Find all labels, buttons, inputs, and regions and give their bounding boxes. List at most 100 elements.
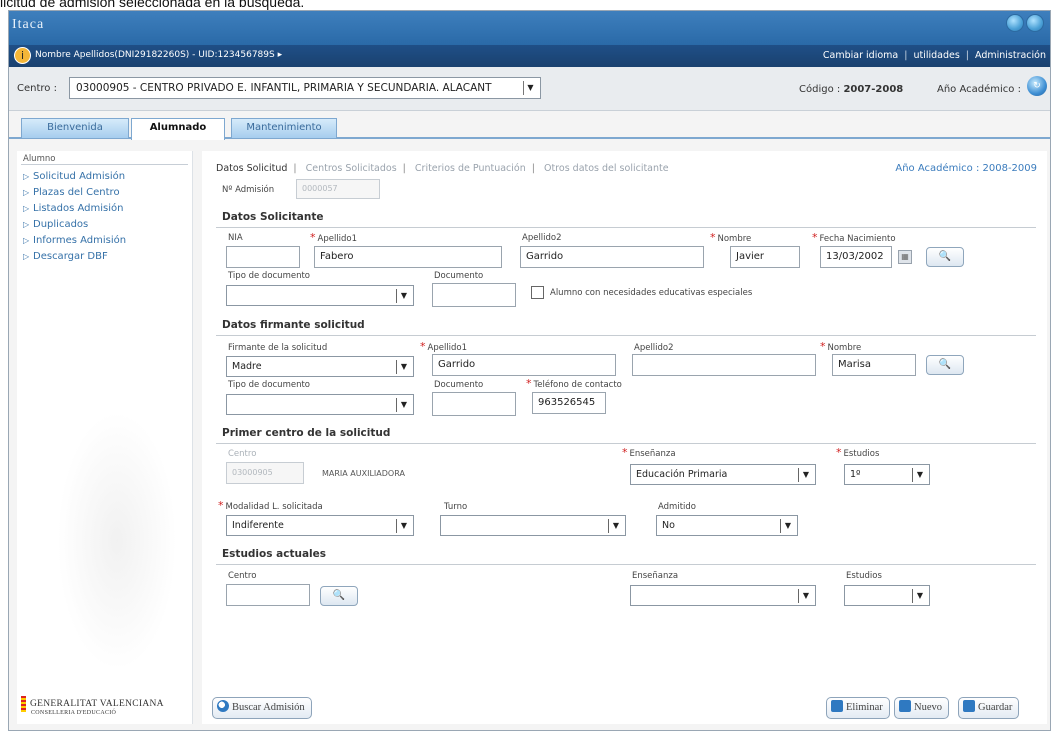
user-bar: i Nombre Apellidos(DNI29182260S) - UID:1… xyxy=(9,45,1050,67)
link-separator: | xyxy=(904,50,908,61)
search-icon xyxy=(217,700,229,712)
chevron-down-icon[interactable]: ▼ xyxy=(912,468,927,482)
ensenanza-select[interactable]: Educación Primaria ▼ xyxy=(630,464,816,485)
estudios-select[interactable]: 1º ▼ xyxy=(844,464,930,485)
eliminar-button[interactable]: Eliminar xyxy=(826,697,890,719)
chevron-down-icon[interactable]: ▼ xyxy=(780,519,795,533)
firmante-tipo-documento-select[interactable]: ▼ xyxy=(226,394,414,415)
chevron-right-icon: ▷ xyxy=(23,236,30,245)
estudios-value: 1º xyxy=(850,469,861,480)
step-datos-solicitud[interactable]: Datos Solicitud xyxy=(216,163,287,174)
step-criterios-puntuacion[interactable]: Criterios de Puntuación xyxy=(415,163,526,174)
firmante-documento-label: Documento xyxy=(434,380,484,390)
firmante-apellido2-field[interactable] xyxy=(632,354,816,376)
apellido1-field[interactable]: Fabero xyxy=(314,246,502,268)
firmante-apellido1-field[interactable]: Garrido xyxy=(432,354,616,376)
tab-alumnado[interactable]: Alumnado xyxy=(131,118,225,140)
tab-bienvenida[interactable]: Bienvenida xyxy=(21,118,129,138)
estudios-actuales-ensenanza-select[interactable]: ▼ xyxy=(630,585,816,606)
anio-academico-label: Año Académico : xyxy=(937,84,1021,95)
chevron-down-icon[interactable]: ▼ xyxy=(396,519,411,533)
firmante-label: Firmante de la solicitud xyxy=(228,343,328,353)
user-identity[interactable]: Nombre Apellidos(DNI29182260S) - UID:123… xyxy=(35,50,282,60)
estudios-actuales-estudios-select[interactable]: ▼ xyxy=(844,585,930,606)
nuevo-button[interactable]: Nuevo xyxy=(894,697,949,719)
admitido-select[interactable]: No ▼ xyxy=(656,515,798,536)
senyera-icon xyxy=(21,696,26,712)
modalidad-label: * Modalidad L. solicitada xyxy=(218,499,323,512)
centro-bar: Centro : 03000905 - CENTRO PRIVADO E. IN… xyxy=(9,67,1050,111)
fecha-nacimiento-field[interactable]: 13/03/2002 xyxy=(820,246,892,268)
admision-number-field: 0000057 xyxy=(296,179,380,199)
documento-label: Documento xyxy=(434,271,484,281)
necesidades-checkbox[interactable] xyxy=(531,286,544,299)
exit-icon[interactable] xyxy=(1026,14,1044,32)
sidebar-item-duplicados[interactable]: ▷ Duplicados xyxy=(17,217,192,233)
form-steps: Datos Solicitud | Centros Solicitados | Cr… xyxy=(216,163,669,174)
sidebar-item-informes-admision[interactable]: ▷ Informes Admisión xyxy=(17,233,192,249)
chevron-down-icon[interactable]: ▼ xyxy=(523,81,537,95)
sidebar-item-descargar-dbf[interactable]: ▷ Descargar DBF xyxy=(17,249,192,265)
modalidad-select[interactable]: Indiferente ▼ xyxy=(226,515,414,536)
tipo-documento-label: Tipo de documento xyxy=(228,271,311,281)
buscar-admision-button[interactable]: Buscar Admisión xyxy=(212,697,312,719)
sidebar-item-listados-admision[interactable]: ▷ Listados Admisión xyxy=(17,201,192,217)
centro-label: Centro : xyxy=(17,83,57,94)
itaca-logo: Itaca xyxy=(12,17,45,32)
delete-icon xyxy=(831,700,843,712)
chevron-down-icon[interactable]: ▼ xyxy=(798,589,813,603)
telefono-label: * Teléfono de contacto xyxy=(526,377,622,390)
documento-field[interactable] xyxy=(432,283,516,307)
step-centros-solicitados[interactable]: Centros Solicitados xyxy=(306,163,397,174)
chevron-down-icon[interactable]: ▼ xyxy=(798,468,813,482)
link-utilidades[interactable]: utilidades xyxy=(913,50,959,61)
search-solicitante-button[interactable]: 🔍 xyxy=(926,247,964,267)
firmante-select[interactable]: Madre ▼ xyxy=(226,356,414,377)
caption-text: licitud de admisión seleccionada en la b… xyxy=(0,0,305,10)
ensenanza-value: Educación Primaria xyxy=(636,469,728,480)
telefono-field[interactable]: 963526545 xyxy=(532,392,606,414)
chevron-down-icon[interactable]: ▼ xyxy=(396,289,411,303)
chevron-down-icon[interactable]: ▼ xyxy=(608,519,623,533)
sidebar-item-plazas-centro[interactable]: ▷ Plazas del Centro xyxy=(17,185,192,201)
nombre-field[interactable]: Javier xyxy=(730,246,800,268)
chevron-down-icon[interactable]: ▼ xyxy=(396,398,411,412)
chevron-right-icon: ▷ xyxy=(23,204,30,213)
apellido2-field[interactable]: Garrido xyxy=(520,246,704,268)
tab-mantenimiento[interactable]: Mantenimiento xyxy=(231,118,337,138)
chevron-down-icon[interactable]: ▼ xyxy=(396,360,411,374)
firmante-apellido1-label: * Apellido1 xyxy=(420,340,468,353)
watermark-image xyxy=(57,411,177,671)
centro-value: 03000905 - CENTRO PRIVADO E. INFANTIL, P… xyxy=(76,82,492,94)
chevron-right-icon: ▷ xyxy=(23,252,30,261)
turno-select[interactable]: ▼ xyxy=(440,515,626,536)
search-firmante-button[interactable]: 🔍 xyxy=(926,355,964,375)
section-datos-firmante: Datos firmante solicitud xyxy=(222,319,365,331)
firmante-nombre-field[interactable]: Marisa xyxy=(832,354,916,376)
sidebar-item-solicitud-admision[interactable]: ▷ Solicitud Admisión xyxy=(17,169,192,185)
search-icon: 🔍 xyxy=(332,590,346,601)
apellido1-label: * Apellido1 xyxy=(310,231,358,244)
primer-centro-label: Centro xyxy=(228,449,257,459)
tipo-documento-select[interactable]: ▼ xyxy=(226,285,414,306)
help-icon[interactable] xyxy=(1006,14,1024,32)
modalidad-value: Indiferente xyxy=(232,520,284,531)
guardar-button[interactable]: Guardar xyxy=(958,697,1020,719)
chevron-down-icon[interactable]: ▼ xyxy=(912,589,927,603)
divider xyxy=(216,443,1036,444)
chevron-right-icon: ▷ xyxy=(23,220,30,229)
estudios-actuales-centro-field[interactable] xyxy=(226,584,310,606)
link-administracion[interactable]: Administración xyxy=(975,50,1046,61)
search-centro-button[interactable]: 🔍 xyxy=(320,586,358,606)
calendar-icon[interactable]: ▦ xyxy=(898,250,912,264)
divider xyxy=(216,335,1036,336)
nia-field[interactable] xyxy=(226,246,300,268)
step-otros-datos[interactable]: Otros datos del solicitante xyxy=(544,163,669,174)
codigo-label: Código : xyxy=(799,84,841,95)
refresh-icon[interactable]: ↻ xyxy=(1027,76,1047,96)
necesidades-label: Alumno con necesidades educativas especi… xyxy=(550,288,753,298)
search-icon: 🔍 xyxy=(938,359,952,370)
link-cambiar-idioma[interactable]: Cambiar idioma xyxy=(823,50,898,61)
firmante-documento-field[interactable] xyxy=(432,392,516,416)
centro-select[interactable]: 03000905 - CENTRO PRIVADO E. INFANTIL, P… xyxy=(69,77,541,99)
